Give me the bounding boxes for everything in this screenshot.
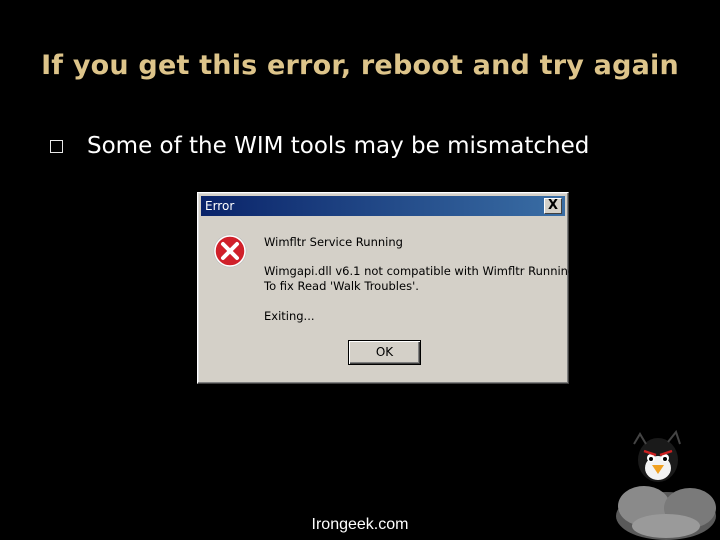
error-icon <box>213 234 247 268</box>
close-icon: X <box>547 198 559 213</box>
message-line: Wimgapi.dll v6.1 not compatible with Wim… <box>264 264 576 278</box>
close-button[interactable]: X <box>544 198 562 214</box>
bullet-icon <box>50 140 63 153</box>
ok-button[interactable]: OK <box>348 340 421 365</box>
mascot-logo <box>616 430 716 540</box>
dialog-title: Error <box>205 199 235 213</box>
bullet-text: Some of the WIM tools may be mismatched <box>87 133 590 159</box>
message-line: Wimfltr Service Running <box>264 235 403 249</box>
slide-title: If you get this error, reboot and try ag… <box>41 50 679 81</box>
error-dialog: Error X Wimfltr Service Running Wimgapi.… <box>197 192 575 384</box>
dialog-titlebar[interactable]: Error X <box>201 196 565 216</box>
message-line: Exiting... <box>264 309 315 323</box>
message-line: To fix Read 'Walk Troubles'. <box>264 279 419 293</box>
ok-button-label: OK <box>375 345 394 359</box>
